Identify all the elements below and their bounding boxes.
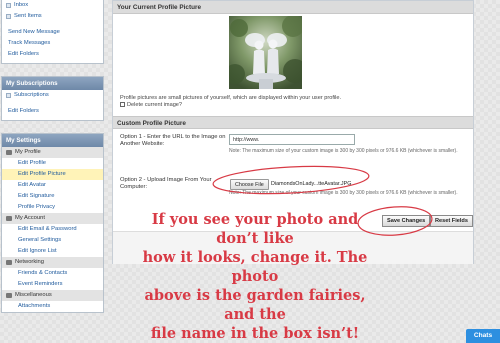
option1-label: Option 1 - Enter the URL to the Image on… [120, 134, 226, 147]
garden-fairies-image [229, 16, 302, 89]
sidebar-item-edit-email-password[interactable]: Edit Email & Password [2, 224, 103, 235]
misc-icon [6, 293, 12, 298]
annotation-line: how it looks, change it. The photo [142, 249, 368, 285]
sidebar-item-label: Subscriptions [14, 92, 49, 98]
group-networking: Networking [2, 257, 103, 268]
sidebar-item-general-settings[interactable]: General Settings [2, 235, 103, 246]
group-label: My Profile [15, 149, 41, 155]
messages-box: Inbox Sent Items Send New Message Track … [1, 0, 104, 64]
option2-label: Option 2 - Upload Image From Your Comput… [120, 177, 212, 190]
sidebar-item-label: Sent Items [14, 13, 42, 19]
sidebar: Inbox Sent Items Send New Message Track … [1, 0, 104, 313]
annotation-line: file name in the box isn’t! [150, 325, 360, 342]
choose-file-button[interactable]: Choose File [230, 179, 269, 190]
option1-size-note: Note: The maximum size of your custom im… [229, 148, 458, 154]
sidebar-item-edit-profile[interactable]: Edit Profile [2, 158, 103, 169]
account-icon [6, 216, 12, 221]
sidebar-item-edit-profile-picture[interactable]: Edit Profile Picture [2, 169, 103, 180]
group-label: Networking [15, 259, 44, 265]
network-icon [6, 260, 12, 265]
current-picture-header: Your Current Profile Picture [113, 1, 473, 14]
folder-icon [6, 93, 11, 98]
settings-box: My Settings My Profile Edit Profile Edit… [1, 133, 104, 313]
profile-picture-note: Profile pictures are small pictures of y… [120, 95, 342, 101]
subscriptions-box: My Subscriptions Subscriptions Edit Fold… [1, 76, 104, 121]
sidebar-item-send-new-message[interactable]: Send New Message [2, 27, 103, 38]
sidebar-item-inbox[interactable]: Inbox [2, 0, 103, 11]
sidebar-item-label: Track Messages [8, 40, 51, 46]
current-profile-picture [229, 16, 302, 89]
group-my-profile: My Profile [2, 147, 103, 158]
sidebar-item-event-reminders[interactable]: Event Reminders [2, 279, 103, 290]
group-my-account: My Account [2, 213, 103, 224]
sidebar-item-subscriptions[interactable]: Subscriptions [2, 90, 103, 101]
selected-file-name: DiamondsOnLady...tteAvatar.JPG [271, 181, 352, 187]
sidebar-item-edit-signature[interactable]: Edit Signature [2, 191, 103, 202]
group-miscellaneous: Miscellaneous [2, 290, 103, 301]
sidebar-item-edit-avatar[interactable]: Edit Avatar [2, 180, 103, 191]
sidebar-item-edit-folders[interactable]: Edit Folders [2, 106, 103, 117]
sidebar-item-label: Send New Message [8, 29, 60, 35]
settings-title: My Settings [2, 134, 103, 147]
subscriptions-title: My Subscriptions [2, 77, 103, 90]
sidebar-item-label: Edit Folders [8, 108, 39, 114]
sidebar-item-edit-folders[interactable]: Edit Folders [2, 49, 103, 60]
sidebar-item-track-messages[interactable]: Track Messages [2, 38, 103, 49]
delete-image-checkbox[interactable] [120, 102, 125, 108]
annotation-text: If you see your photo and don’t like how… [130, 210, 380, 343]
delete-image-label: Delete current image? [127, 102, 183, 108]
user-icon [6, 150, 12, 155]
annotation-line: above is the garden fairies, and the [144, 287, 366, 323]
sidebar-item-edit-ignore-list[interactable]: Edit Ignore List [2, 246, 103, 257]
annotation-line: If you see your photo and don’t like [151, 211, 359, 247]
custom-picture-header: Custom Profile Picture [113, 116, 473, 129]
delete-image-row: Delete current image? [120, 102, 182, 108]
group-label: Miscellaneous [15, 292, 52, 298]
save-changes-button[interactable]: Save Changes [382, 215, 431, 227]
group-label: My Account [15, 215, 45, 221]
chats-button[interactable]: Chats [466, 329, 500, 343]
reset-fields-button[interactable]: Reset Fields [430, 215, 473, 227]
sidebar-item-profile-privacy[interactable]: Profile Privacy [2, 202, 103, 213]
sidebar-item-sent-items[interactable]: Sent Items [2, 11, 103, 22]
sidebar-item-friends-contacts[interactable]: Friends & Contacts [2, 268, 103, 279]
option2-size-note: Note: The maximum size of your custom im… [229, 190, 458, 196]
sidebar-item-label: Edit Folders [8, 51, 39, 57]
folder-icon [6, 14, 11, 19]
sidebar-item-attachments[interactable]: Attachments [2, 301, 103, 312]
folder-icon [6, 3, 11, 8]
image-url-input[interactable]: http://www. [229, 134, 355, 145]
sidebar-item-label: Inbox [14, 2, 29, 8]
